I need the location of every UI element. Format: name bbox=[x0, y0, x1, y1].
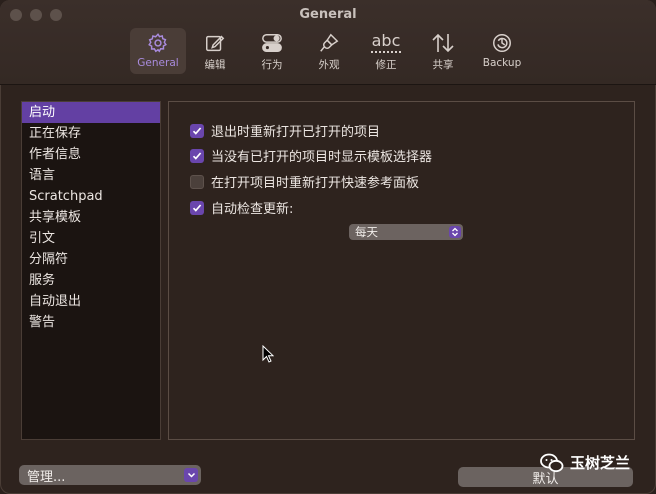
sidebar-item-services[interactable]: 服务 bbox=[22, 270, 160, 291]
tab-label: 行为 bbox=[261, 59, 283, 71]
sidebar-item-citations[interactable]: 引文 bbox=[22, 228, 160, 249]
tab-label: 共享 bbox=[432, 59, 454, 71]
tab-label: 外观 bbox=[318, 59, 340, 71]
update-frequency-value: 每天 bbox=[355, 225, 378, 239]
show-template-chooser-label: 当没有已打开的项目时显示模板选择器 bbox=[211, 150, 433, 165]
auto-check-updates-option[interactable]: 自动检查更新: bbox=[190, 198, 293, 217]
reopen-quick-reference-label: 在打开项目时重新打开快速参考面板 bbox=[211, 176, 420, 191]
show-template-chooser-checkbox[interactable] bbox=[190, 148, 204, 163]
sidebar-item-auto-quit[interactable]: 自动退出 bbox=[22, 291, 160, 312]
manage-popup-button[interactable]: 管理... bbox=[19, 465, 201, 485]
startup-settings-panel: 退出时重新打开已打开的项目 当没有已打开的项目时显示模板选择器 在打开项目时重新… bbox=[168, 101, 635, 440]
watermark-text: 玉树芝兰 bbox=[570, 454, 631, 472]
toolbar: General General 编辑 行为 外观 abc 修正 共享 Backu… bbox=[0, 0, 656, 85]
tab-correction[interactable]: abc 修正 bbox=[358, 28, 414, 74]
sidebar-item-language[interactable]: 语言 bbox=[22, 165, 160, 186]
gear-icon bbox=[147, 31, 169, 55]
window-title: General bbox=[299, 7, 357, 22]
toggles-icon bbox=[261, 31, 283, 55]
mouse-pointer-icon bbox=[262, 345, 274, 363]
reopen-projects-label: 退出时重新打开已打开的项目 bbox=[211, 125, 381, 140]
sidebar-item-separators[interactable]: 分隔符 bbox=[22, 249, 160, 270]
sidebar-item-warnings[interactable]: 警告 bbox=[22, 312, 160, 333]
tab-label: Backup bbox=[482, 57, 522, 69]
up-down-arrows-icon bbox=[431, 31, 455, 55]
reopen-projects-checkbox[interactable] bbox=[190, 123, 204, 138]
reopen-quick-reference-option[interactable]: 在打开项目时重新打开快速参考面板 bbox=[190, 172, 419, 191]
sidebar-item-shared-templates[interactable]: 共享模板 bbox=[22, 207, 160, 228]
reopen-projects-option[interactable]: 退出时重新打开已打开的项目 bbox=[190, 121, 380, 140]
show-template-chooser-option[interactable]: 当没有已打开的项目时显示模板选择器 bbox=[190, 146, 432, 165]
watermark: 玉树芝兰 bbox=[540, 452, 630, 473]
sidebar-item-saving[interactable]: 正在保存 bbox=[22, 123, 160, 144]
wechat-logo-icon bbox=[540, 453, 564, 472]
abc-spellcheck-icon: abc bbox=[371, 31, 401, 55]
chevron-down-icon bbox=[184, 468, 198, 482]
manage-label: 管理... bbox=[27, 469, 66, 485]
paintbrush-icon bbox=[318, 31, 340, 55]
tab-label: General bbox=[137, 57, 179, 69]
sidebar-item-scratchpad[interactable]: Scratchpad bbox=[22, 186, 160, 207]
abc-icon-text: abc bbox=[371, 31, 401, 50]
dotted-underline bbox=[371, 49, 401, 53]
tab-general[interactable]: General bbox=[130, 28, 186, 74]
category-list: 启动 正在保存 作者信息 语言 Scratchpad 共享模板 引文 分隔符 服… bbox=[21, 101, 161, 440]
sidebar-item-startup[interactable]: 启动 bbox=[22, 102, 160, 123]
reopen-quick-reference-checkbox[interactable] bbox=[190, 174, 204, 189]
sidebar-item-author-info[interactable]: 作者信息 bbox=[22, 144, 160, 165]
backup-clock-icon bbox=[491, 31, 513, 55]
tab-label: 编辑 bbox=[204, 59, 226, 71]
auto-check-updates-label: 自动检查更新: bbox=[211, 202, 294, 217]
preferences-window: General General 编辑 行为 外观 abc 修正 共享 Backu… bbox=[0, 0, 656, 494]
tab-share[interactable]: 共享 bbox=[415, 28, 471, 74]
tab-behavior[interactable]: 行为 bbox=[244, 28, 300, 74]
preference-tabs: General 编辑 行为 外观 abc 修正 共享 Backup bbox=[130, 28, 533, 74]
tab-backup[interactable]: Backup bbox=[472, 28, 532, 74]
chevron-up-down-icon bbox=[449, 226, 461, 238]
auto-check-updates-checkbox[interactable] bbox=[190, 200, 204, 215]
update-frequency-select[interactable]: 每天 bbox=[349, 224, 463, 240]
pencil-square-icon bbox=[204, 31, 226, 55]
tab-label: 修正 bbox=[375, 59, 397, 71]
tab-edit[interactable]: 编辑 bbox=[187, 28, 243, 74]
tab-appearance[interactable]: 外观 bbox=[301, 28, 357, 74]
